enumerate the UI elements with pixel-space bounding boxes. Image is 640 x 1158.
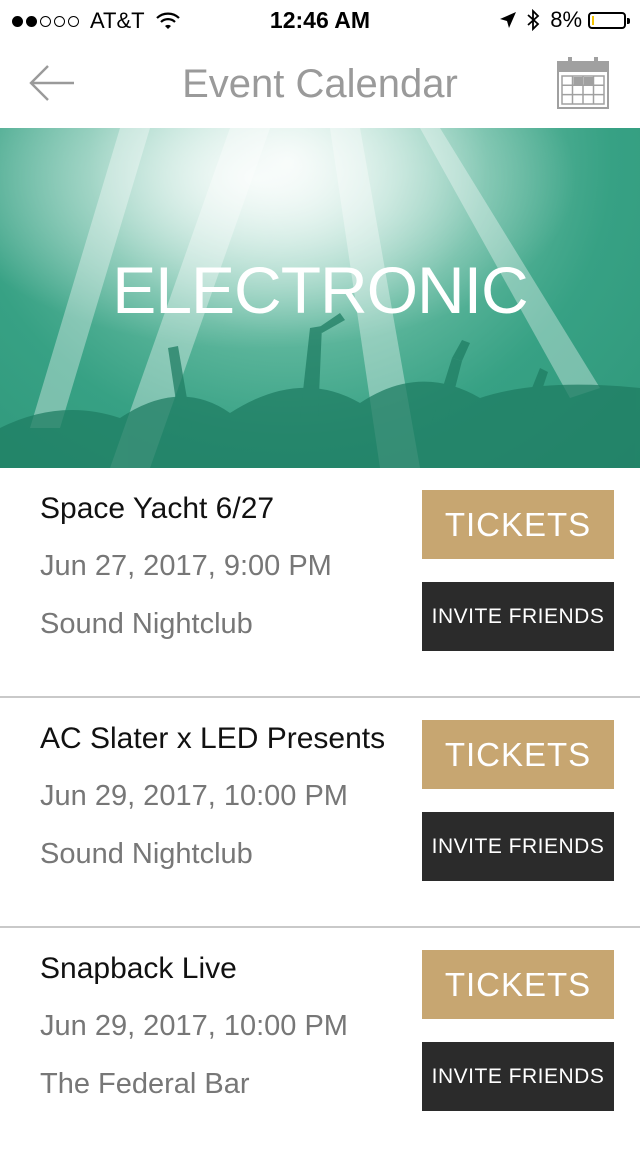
event-name: Snapback Live bbox=[40, 952, 237, 985]
event-date: Jun 29, 2017, 10:00 PM bbox=[40, 780, 348, 812]
bluetooth-icon bbox=[527, 9, 540, 31]
navigation-bar: Event Calendar bbox=[0, 40, 640, 128]
tickets-button[interactable]: TICKETS bbox=[422, 490, 614, 559]
invite-friends-button[interactable]: INVITE FRIENDS bbox=[422, 812, 614, 881]
tickets-button[interactable]: TICKETS bbox=[422, 950, 614, 1019]
battery-level bbox=[592, 15, 595, 25]
event-name: AC Slater x LED Presents bbox=[40, 722, 384, 755]
status-right: 8% bbox=[498, 7, 630, 33]
page-title: Event Calendar bbox=[182, 62, 458, 106]
event-venue: The Federal Bar bbox=[40, 1068, 250, 1100]
event-date: Jun 27, 2017, 9:00 PM bbox=[40, 550, 332, 582]
event-card[interactable]: Snapback Live Jun 29, 2017, 10:00 PM The… bbox=[0, 928, 640, 1158]
battery-icon bbox=[588, 11, 630, 29]
event-card[interactable]: Space Yacht 6/27 Jun 27, 2017, 9:00 PM S… bbox=[0, 468, 640, 698]
location-arrow-icon bbox=[500, 12, 517, 28]
invite-friends-button[interactable]: INVITE FRIENDS bbox=[422, 582, 614, 651]
battery-percent: 8% bbox=[550, 7, 582, 32]
tickets-button[interactable]: TICKETS bbox=[422, 720, 614, 789]
calendar-icon[interactable] bbox=[556, 56, 610, 110]
event-venue: Sound Nightclub bbox=[40, 838, 253, 870]
status-bar: AT&T 12:46 AM 8% bbox=[0, 0, 640, 40]
invite-friends-button[interactable]: INVITE FRIENDS bbox=[422, 1042, 614, 1111]
event-venue: Sound Nightclub bbox=[40, 608, 253, 640]
banner-title: ELECTRONIC bbox=[112, 253, 528, 327]
category-banner[interactable]: ELECTRONIC bbox=[0, 128, 640, 468]
event-card[interactable]: AC Slater x LED Presents Jun 29, 2017, 1… bbox=[0, 698, 640, 928]
event-name: Space Yacht 6/27 bbox=[40, 492, 275, 525]
event-date: Jun 29, 2017, 10:00 PM bbox=[40, 1010, 348, 1042]
